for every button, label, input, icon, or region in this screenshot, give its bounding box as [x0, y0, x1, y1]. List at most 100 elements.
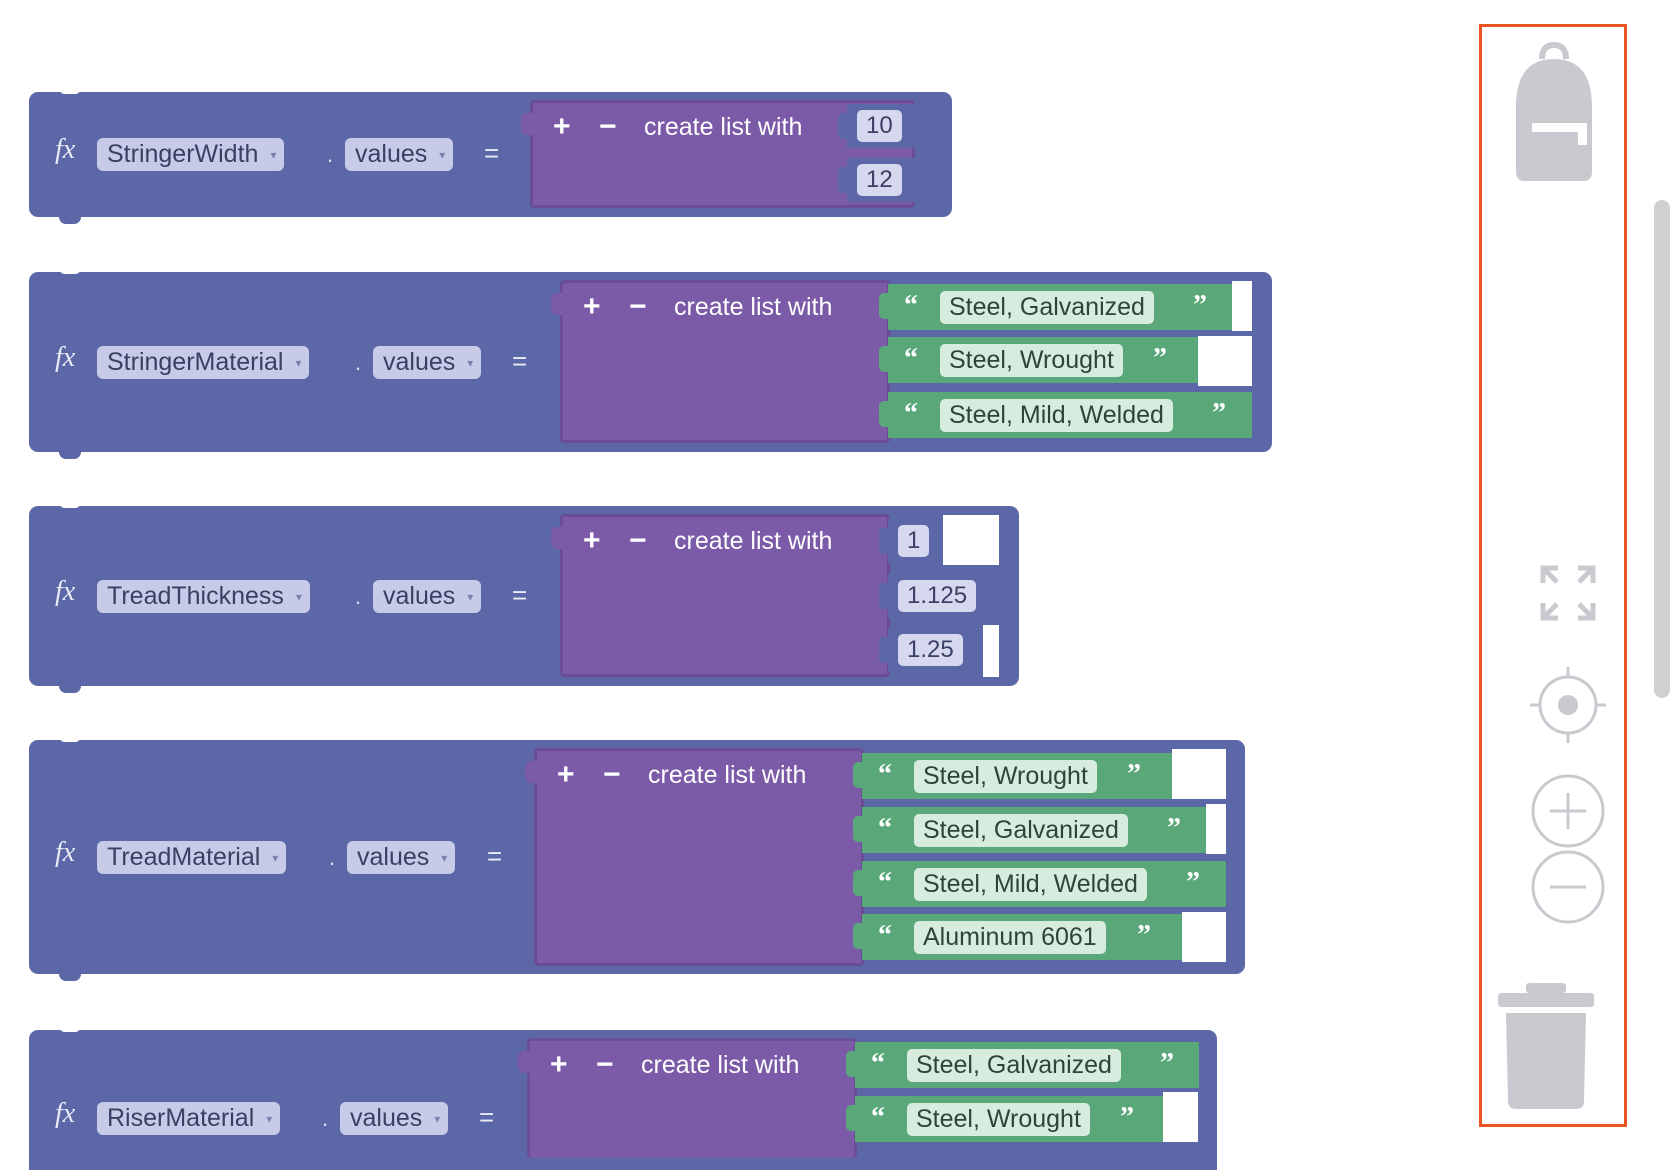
create-list-block[interactable]: + − create list with	[525, 748, 864, 966]
number-block[interactable]: 1.125	[879, 574, 999, 618]
text-block[interactable]: “ Steel, Galvanized ”	[879, 284, 1232, 330]
property-dropdown[interactable]: values ▾	[340, 1102, 449, 1135]
number-block[interactable]: 12	[838, 158, 915, 202]
text-value[interactable]: Steel, Galvanized	[940, 291, 1154, 324]
text-value[interactable]: Steel, Wrought	[940, 344, 1123, 377]
close-quote-icon: ”	[1186, 867, 1200, 898]
close-quote-icon: ”	[1160, 1048, 1174, 1079]
close-quote-icon: ”	[1167, 813, 1181, 844]
variable-dropdown[interactable]: StringerWidth ▾	[97, 138, 285, 171]
fx-icon: fx	[55, 134, 76, 165]
text-block[interactable]: “ Steel, Galvanized ”	[846, 1042, 1199, 1088]
number-block[interactable]: 10	[838, 104, 915, 148]
text-value[interactable]: Steel, Wrought	[914, 760, 1097, 793]
number-block-tab	[838, 167, 847, 193]
variable-dropdown[interactable]: TreadThickness ▾	[97, 580, 310, 613]
separator-dot: .	[329, 845, 336, 870]
property-dropdown[interactable]: values ▾	[347, 841, 456, 874]
number-block[interactable]: 1	[879, 519, 943, 563]
text-value[interactable]: Steel, Wrought	[907, 1103, 1090, 1136]
number-value[interactable]: 1	[898, 525, 930, 557]
variable-dropdown[interactable]: RiserMaterial ▾	[97, 1102, 281, 1135]
block-gap	[1206, 804, 1226, 854]
block-gap	[983, 625, 999, 677]
text-block-tab	[853, 870, 862, 896]
number-block-tab	[879, 583, 888, 609]
remove-item-button[interactable]: −	[629, 290, 647, 324]
property-dropdown[interactable]: values ▾	[373, 580, 482, 613]
text-value[interactable]: Steel, Mild, Welded	[940, 399, 1173, 432]
block-notch-top	[59, 736, 81, 742]
property-dropdown[interactable]: values ▾	[345, 138, 454, 171]
property-name: values	[355, 140, 428, 168]
zoom-out-icon[interactable]	[1530, 849, 1606, 925]
dropdown-arrow-icon: ▾	[266, 1111, 273, 1126]
add-item-button[interactable]: +	[550, 1048, 568, 1082]
open-quote-icon: “	[871, 1048, 885, 1079]
property-name: values	[350, 1104, 423, 1132]
text-block[interactable]: “ Aluminum 6061 ”	[853, 914, 1182, 960]
text-value[interactable]: Steel, Galvanized	[907, 1049, 1121, 1082]
dropdown-arrow-icon: ▾	[272, 850, 279, 865]
number-value[interactable]: 10	[857, 110, 902, 142]
number-block[interactable]: 1.25	[879, 628, 983, 672]
add-item-button[interactable]: +	[583, 524, 601, 558]
create-list-block[interactable]: + − create list with	[551, 514, 890, 677]
open-quote-icon: “	[878, 867, 892, 898]
remove-item-button[interactable]: −	[599, 110, 617, 144]
block-notch-top	[59, 1026, 81, 1032]
text-block[interactable]: “ Steel, Wrought ”	[879, 337, 1198, 383]
close-quote-icon: ”	[1127, 759, 1141, 790]
add-item-button[interactable]: +	[557, 758, 575, 792]
number-block-tab	[838, 113, 847, 139]
text-block-tab	[853, 762, 862, 788]
create-list-label: create list with	[644, 113, 803, 141]
block-gap	[1198, 336, 1252, 386]
create-list-block[interactable]: + − create list with	[551, 280, 890, 443]
add-item-button[interactable]: +	[583, 290, 601, 324]
text-block[interactable]: “ Steel, Wrought ”	[846, 1096, 1163, 1142]
add-item-button[interactable]: +	[553, 110, 571, 144]
close-quote-icon: ”	[1137, 920, 1151, 951]
dropdown-arrow-icon: ▾	[295, 589, 302, 604]
text-block[interactable]: “ Steel, Mild, Welded ”	[879, 392, 1252, 438]
equals-sign: =	[512, 346, 528, 376]
variable-name: StringerWidth	[107, 140, 259, 168]
recenter-icon[interactable]	[1530, 667, 1606, 743]
remove-item-button[interactable]: −	[629, 524, 647, 558]
dropdown-arrow-icon: ▾	[434, 1111, 441, 1126]
open-quote-icon: “	[878, 759, 892, 790]
text-block[interactable]: “ Steel, Galvanized ”	[853, 807, 1206, 853]
remove-item-button[interactable]: −	[596, 1048, 614, 1082]
property-dropdown[interactable]: values ▾	[373, 346, 482, 379]
number-value[interactable]: 1.25	[898, 634, 963, 666]
text-value[interactable]: Steel, Mild, Welded	[914, 868, 1147, 901]
separator-dot: .	[355, 350, 362, 375]
trash-icon[interactable]	[1496, 983, 1596, 1113]
dropdown-arrow-icon: ▾	[441, 850, 448, 865]
number-value[interactable]: 12	[857, 164, 902, 196]
zoom-in-icon[interactable]	[1530, 773, 1606, 849]
open-quote-icon: “	[904, 398, 918, 429]
vertical-scrollbar[interactable]	[1654, 200, 1670, 698]
expand-icon[interactable]	[1538, 563, 1598, 623]
variable-dropdown[interactable]: TreadMaterial ▾	[97, 841, 287, 874]
equals-sign: =	[512, 580, 528, 610]
text-block[interactable]: “ Steel, Mild, Welded ”	[853, 861, 1226, 907]
text-block[interactable]: “ Steel, Wrought ”	[853, 753, 1172, 799]
property-name: values	[357, 843, 430, 871]
text-value[interactable]: Steel, Galvanized	[914, 814, 1128, 847]
create-list-block[interactable]: + − create list with	[518, 1038, 857, 1158]
variable-name: RiserMaterial	[107, 1104, 255, 1132]
number-value[interactable]: 1.125	[898, 580, 977, 612]
text-value[interactable]: Aluminum 6061	[914, 921, 1106, 954]
backpack-icon[interactable]	[1504, 37, 1604, 187]
list-block-connector	[518, 1051, 530, 1073]
block-gap	[1163, 1092, 1198, 1142]
variable-dropdown[interactable]: StringerMaterial ▾	[97, 346, 310, 379]
remove-item-button[interactable]: −	[603, 758, 621, 792]
variable-name: TreadMaterial	[107, 843, 261, 871]
dropdown-arrow-icon: ▾	[467, 589, 474, 604]
separator-dot: .	[322, 1106, 329, 1131]
blockly-workspace[interactable]: fx StringerWidth ▾ . values ▾ = + − create…	[0, 0, 1672, 1170]
